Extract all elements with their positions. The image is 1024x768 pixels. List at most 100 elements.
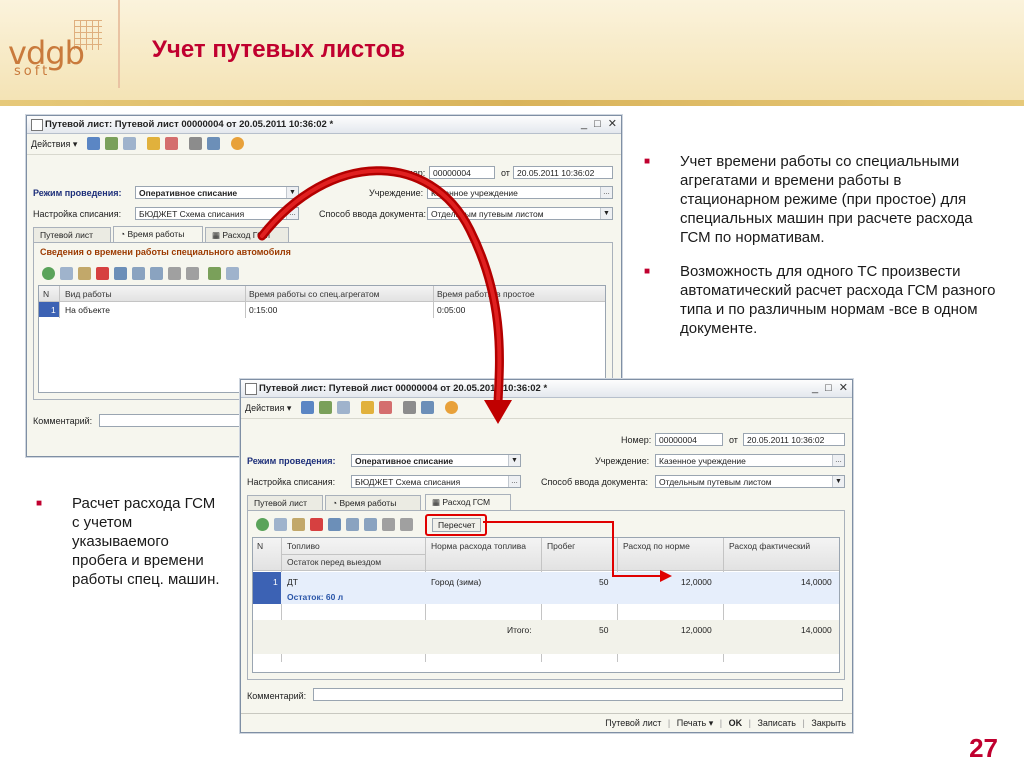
norm-cell[interactable]: Город (зима): [431, 577, 481, 587]
close-icon[interactable]: ✕: [839, 382, 848, 394]
column-header[interactable]: N: [43, 289, 49, 299]
sort-asc-icon[interactable]: [382, 518, 395, 531]
search-icon[interactable]: …: [286, 208, 298, 219]
work-time-table[interactable]: N Вид работы Время работы со спец.агрега…: [38, 285, 606, 393]
fuel-cell[interactable]: ДТ: [287, 577, 298, 587]
copy-icon[interactable]: [337, 401, 350, 414]
column-header[interactable]: Остаток перед выездом: [287, 557, 381, 567]
print-button[interactable]: Печать ▾: [677, 718, 714, 728]
move-up-icon[interactable]: [132, 267, 145, 280]
post-icon[interactable]: [319, 401, 332, 414]
copy-icon[interactable]: [123, 137, 136, 150]
waybill-button[interactable]: Путевой лист: [605, 718, 661, 728]
report-icon[interactable]: [165, 137, 178, 150]
chevron-down-icon[interactable]: ▼: [600, 208, 612, 219]
column-header[interactable]: Пробег: [547, 541, 575, 551]
minimize-icon[interactable]: _: [812, 382, 818, 394]
save-icon[interactable]: [301, 401, 314, 414]
fill-icon[interactable]: [208, 267, 221, 280]
close-icon[interactable]: ✕: [608, 118, 617, 130]
save-icon[interactable]: [87, 137, 100, 150]
org-field[interactable]: Казенное учреждение…: [427, 186, 613, 199]
column-header[interactable]: Вид работы: [65, 289, 112, 299]
date-field[interactable]: 20.05.2011 10:36:02: [513, 166, 613, 179]
copy-row-icon[interactable]: [274, 518, 287, 531]
tab-work-time[interactable]: ◔ Время работы: [113, 226, 203, 242]
time-idle-cell[interactable]: 0:05:00: [437, 305, 465, 315]
write-button[interactable]: Записать: [757, 718, 795, 728]
maximize-icon[interactable]: □: [594, 118, 601, 130]
journal-icon[interactable]: [421, 401, 434, 414]
comment-field[interactable]: [99, 414, 259, 427]
by-norm-cell[interactable]: 12,0000: [681, 577, 712, 587]
mileage-cell[interactable]: 50: [599, 577, 608, 587]
move-down-icon[interactable]: [364, 518, 377, 531]
tab-fuel[interactable]: ▦ Расход ГСМ: [205, 227, 289, 242]
column-header[interactable]: Время работы со спец.агрегатом: [249, 289, 380, 299]
number-field[interactable]: 00000004: [429, 166, 495, 179]
fuel-table[interactable]: N Топливо Остаток перед выездом Норма ра…: [252, 537, 840, 673]
dt-kt-icon[interactable]: [189, 137, 202, 150]
search-icon[interactable]: …: [600, 187, 612, 198]
work-type-cell[interactable]: На объекте: [65, 305, 110, 315]
end-edit-icon[interactable]: [328, 518, 341, 531]
mode-select[interactable]: Оперативное списание ▼: [135, 186, 299, 199]
sort-asc-icon[interactable]: [168, 267, 181, 280]
move-down-icon[interactable]: [150, 267, 163, 280]
ok-button[interactable]: OK: [729, 718, 743, 728]
journal-icon[interactable]: [207, 137, 220, 150]
column-header[interactable]: Норма расхода топлива: [431, 541, 526, 551]
dt-kt-icon[interactable]: [403, 401, 416, 414]
date-label: от: [501, 168, 510, 178]
chevron-down-icon[interactable]: ▼: [508, 455, 520, 466]
actions-menu[interactable]: Действия ▾: [31, 139, 77, 150]
search-icon[interactable]: …: [508, 476, 520, 487]
setting-field[interactable]: БЮДЖЕТ Схема списания…: [135, 207, 299, 220]
copy-row-icon[interactable]: [60, 267, 73, 280]
edit-icon[interactable]: [78, 267, 91, 280]
date-field[interactable]: 20.05.2011 10:36:02: [743, 433, 845, 446]
report-icon[interactable]: [379, 401, 392, 414]
tab-work-time[interactable]: ◔ Время работы: [325, 495, 421, 510]
minimize-icon[interactable]: _: [581, 118, 587, 130]
end-edit-icon[interactable]: [114, 267, 127, 280]
actual-cell[interactable]: 14,0000: [801, 577, 832, 587]
column-header[interactable]: Время работы в простое: [437, 289, 535, 299]
actions-menu[interactable]: Действия ▾: [245, 403, 291, 414]
slide-title: Учет путевых листов: [152, 36, 406, 63]
search-icon[interactable]: …: [832, 455, 844, 466]
help-icon[interactable]: [231, 137, 244, 150]
add-icon[interactable]: [42, 267, 55, 280]
method-select[interactable]: Отдельным путевым листом ▼: [655, 475, 845, 488]
sort-desc-icon[interactable]: [186, 267, 199, 280]
chevron-down-icon[interactable]: ▼: [832, 476, 844, 487]
delete-icon[interactable]: [310, 518, 323, 531]
method-select[interactable]: Отдельным путевым листом ▼: [427, 207, 613, 220]
column-header[interactable]: Расход по норме: [623, 541, 690, 551]
structure-icon[interactable]: [147, 137, 160, 150]
maximize-icon[interactable]: □: [825, 382, 832, 394]
move-up-icon[interactable]: [346, 518, 359, 531]
chevron-down-icon[interactable]: ▼: [286, 187, 298, 198]
column-header[interactable]: Расход фактический: [729, 541, 810, 551]
tab-waybill[interactable]: Путевой лист: [247, 495, 323, 510]
tab-waybill[interactable]: Путевой лист: [33, 227, 111, 242]
time-agg-cell[interactable]: 0:15:00: [249, 305, 277, 315]
add-icon[interactable]: [256, 518, 269, 531]
number-field[interactable]: 00000004: [655, 433, 723, 446]
column-header[interactable]: N: [257, 541, 263, 551]
mode-select[interactable]: Оперативное списание ▼: [351, 454, 521, 467]
select-icon[interactable]: [226, 267, 239, 280]
setting-field[interactable]: БЮДЖЕТ Схема списания…: [351, 475, 521, 488]
delete-icon[interactable]: [96, 267, 109, 280]
comment-field[interactable]: [313, 688, 843, 701]
tab-fuel[interactable]: ▦ Расход ГСМ: [425, 494, 511, 510]
post-icon[interactable]: [105, 137, 118, 150]
org-field[interactable]: Казенное учреждение…: [655, 454, 845, 467]
structure-icon[interactable]: [361, 401, 374, 414]
edit-icon[interactable]: [292, 518, 305, 531]
sort-desc-icon[interactable]: [400, 518, 413, 531]
close-button[interactable]: Закрыть: [811, 718, 846, 728]
help-icon[interactable]: [445, 401, 458, 414]
column-header[interactable]: Топливо: [287, 541, 320, 551]
